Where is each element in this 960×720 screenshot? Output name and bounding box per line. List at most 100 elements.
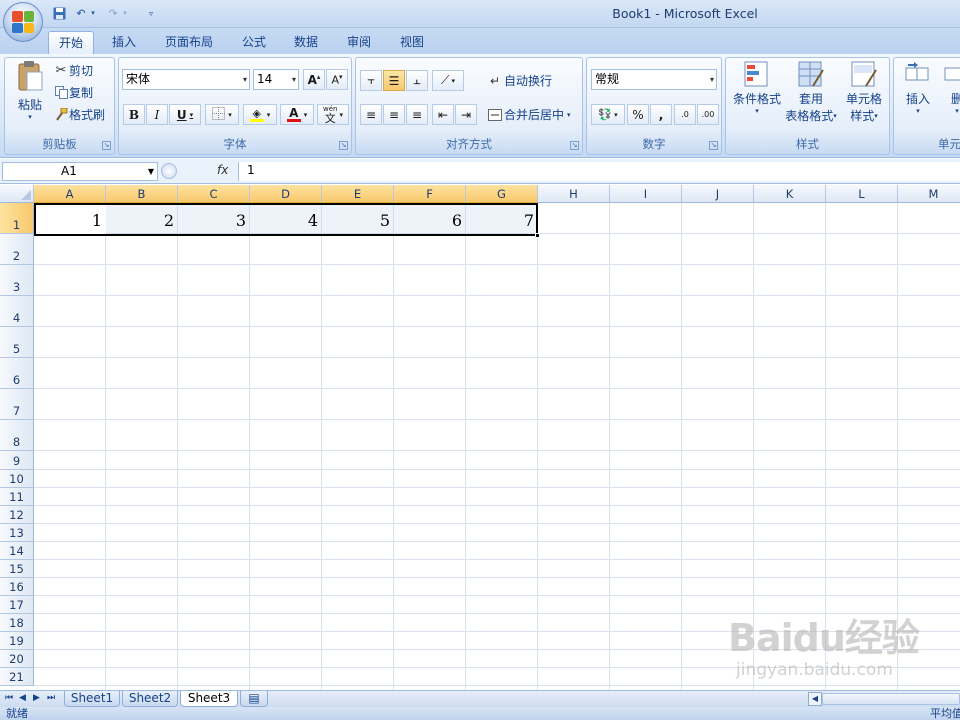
delete-cells-button[interactable]: 删 ▾ xyxy=(942,60,960,115)
row-header-3[interactable]: 3 xyxy=(0,265,34,296)
cell-f1[interactable]: 6 xyxy=(394,204,466,235)
font-name-combo[interactable]: 宋体 ▾ xyxy=(122,69,250,90)
format-as-table-button[interactable]: 套用 表格格式 ▾ xyxy=(784,60,838,124)
percent-button[interactable]: % xyxy=(627,104,649,125)
tab-insert[interactable]: 插入 xyxy=(102,31,146,54)
insert-function-icon[interactable]: fx xyxy=(217,163,228,177)
row-header-13[interactable]: 13 xyxy=(0,524,34,542)
font-launcher-icon[interactable]: ↘ xyxy=(339,141,348,150)
column-header-a[interactable]: A xyxy=(34,185,106,203)
cell-styles-button[interactable]: 单元格 样式 ▾ xyxy=(838,60,890,124)
row-header-2[interactable]: 2 xyxy=(0,234,34,265)
font-size-combo[interactable]: 14 ▾ xyxy=(253,69,299,90)
decrease-decimal-button[interactable]: .00 xyxy=(697,104,719,125)
row-header-20[interactable]: 20 xyxy=(0,650,34,668)
font-color-button[interactable]: A ▾ xyxy=(280,104,314,125)
undo-dropdown-icon[interactable]: ▾ xyxy=(88,5,98,21)
row-header-11[interactable]: 11 xyxy=(0,488,34,506)
number-format-combo[interactable]: 常规 ▾ xyxy=(591,69,717,90)
alignment-launcher-icon[interactable]: ↘ xyxy=(570,141,579,150)
merge-center-button[interactable]: 合并后居中 ▾ xyxy=(486,106,571,123)
bold-button[interactable]: B xyxy=(123,104,145,125)
column-header-h[interactable]: H xyxy=(538,185,610,203)
borders-button[interactable]: ▾ xyxy=(205,104,239,125)
copy-button[interactable]: 复制 xyxy=(53,84,93,101)
customize-qat-icon[interactable]: ▿ xyxy=(146,5,156,21)
sheet-tab-3[interactable]: Sheet3 xyxy=(180,691,238,707)
italic-button[interactable]: I xyxy=(146,104,168,125)
increase-decimal-button[interactable]: .0 xyxy=(674,104,696,125)
cell-d1[interactable]: 4 xyxy=(250,204,322,235)
row-header-21[interactable]: 21 xyxy=(0,668,34,686)
row-header-12[interactable]: 12 xyxy=(0,506,34,524)
tab-data[interactable]: 数据 xyxy=(284,31,328,54)
tab-view[interactable]: 视图 xyxy=(390,31,434,54)
row-header-1[interactable]: 1 xyxy=(0,203,34,234)
comma-button[interactable]: , xyxy=(650,104,672,125)
sheet-tab-2[interactable]: Sheet2 xyxy=(122,691,178,707)
column-header-e[interactable]: E xyxy=(322,185,394,203)
column-header-i[interactable]: I xyxy=(610,185,682,203)
formula-expand-handle[interactable] xyxy=(161,163,177,179)
column-header-j[interactable]: J xyxy=(682,185,754,203)
underline-button[interactable]: U ▾ xyxy=(169,104,201,125)
align-center-button[interactable]: ≡ xyxy=(383,104,405,125)
prev-sheet-icon[interactable]: ◀ xyxy=(19,693,26,703)
tab-formulas[interactable]: 公式 xyxy=(232,31,276,54)
tab-home[interactable]: 开始 xyxy=(48,31,94,54)
grow-font-button[interactable]: A▴ xyxy=(303,69,325,90)
column-header-l[interactable]: L xyxy=(826,185,898,203)
row-header-8[interactable]: 8 xyxy=(0,420,34,451)
chevron-down-icon[interactable]: ▼ xyxy=(148,163,154,180)
row-header-14[interactable]: 14 xyxy=(0,542,34,560)
wrap-text-button[interactable]: ↵ 自动换行 xyxy=(486,72,552,89)
align-left-button[interactable]: ≡ xyxy=(360,104,382,125)
row-header-5[interactable]: 5 xyxy=(0,327,34,358)
cell-a1[interactable]: 1 xyxy=(34,204,106,235)
redo-dropdown-icon[interactable]: ▾ xyxy=(120,5,130,21)
column-header-d[interactable]: D xyxy=(250,185,322,203)
insert-cells-button[interactable]: 插入 ▾ xyxy=(898,60,938,115)
tab-page-layout[interactable]: 页面布局 xyxy=(155,31,223,54)
cell-b1[interactable]: 2 xyxy=(106,204,178,235)
align-right-button[interactable]: ≡ xyxy=(406,104,428,125)
sheet-tab-1[interactable]: Sheet1 xyxy=(64,691,120,707)
scroll-left-icon[interactable]: ◀ xyxy=(808,692,822,706)
conditional-format-button[interactable]: 条件格式 ▾ xyxy=(730,60,784,115)
align-bottom-button[interactable]: ⫠ xyxy=(406,70,428,91)
cell-g1[interactable]: 7 xyxy=(466,204,538,235)
row-header-6[interactable]: 6 xyxy=(0,358,34,389)
fill-color-button[interactable]: ◈ ▾ xyxy=(243,104,277,125)
select-all-corner[interactable] xyxy=(0,185,34,203)
next-sheet-icon[interactable]: ▶ xyxy=(33,693,40,703)
formula-input[interactable]: 1 xyxy=(238,162,960,181)
number-launcher-icon[interactable]: ↘ xyxy=(709,141,718,150)
name-box[interactable]: A1 ▼ xyxy=(2,162,158,181)
row-header-17[interactable]: 17 xyxy=(0,596,34,614)
row-header-4[interactable]: 4 xyxy=(0,296,34,327)
tab-review[interactable]: 审阅 xyxy=(337,31,381,54)
align-middle-button[interactable]: ☰ xyxy=(383,70,405,91)
horizontal-scrollbar[interactable] xyxy=(822,693,960,705)
align-top-button[interactable]: ⫟ xyxy=(360,70,382,91)
first-sheet-icon[interactable]: ⏮ xyxy=(5,693,13,703)
decrease-indent-button[interactable]: ⇤ xyxy=(432,104,454,125)
row-header-10[interactable]: 10 xyxy=(0,470,34,488)
last-sheet-icon[interactable]: ⏭ xyxy=(47,693,55,703)
column-header-f[interactable]: F xyxy=(394,185,466,203)
cell-c1[interactable]: 3 xyxy=(178,204,250,235)
save-icon[interactable] xyxy=(50,5,68,21)
row-header-19[interactable]: 19 xyxy=(0,632,34,650)
shrink-font-button[interactable]: A▾ xyxy=(326,69,348,90)
phonetic-button[interactable]: wén 文 ▾ xyxy=(317,104,349,125)
row-header-9[interactable]: 9 xyxy=(0,451,34,470)
column-header-b[interactable]: B xyxy=(106,185,178,203)
format-painter-button[interactable]: 格式刷 xyxy=(53,106,105,123)
row-header-16[interactable]: 16 xyxy=(0,578,34,596)
paste-button[interactable]: 粘贴 ▾ xyxy=(11,60,49,128)
office-button[interactable] xyxy=(3,2,43,42)
column-header-g[interactable]: G xyxy=(466,185,538,203)
row-header-7[interactable]: 7 xyxy=(0,389,34,420)
orientation-button[interactable]: ⟋ ▾ xyxy=(432,70,464,91)
insert-sheet-button[interactable]: ▤ xyxy=(240,691,268,707)
